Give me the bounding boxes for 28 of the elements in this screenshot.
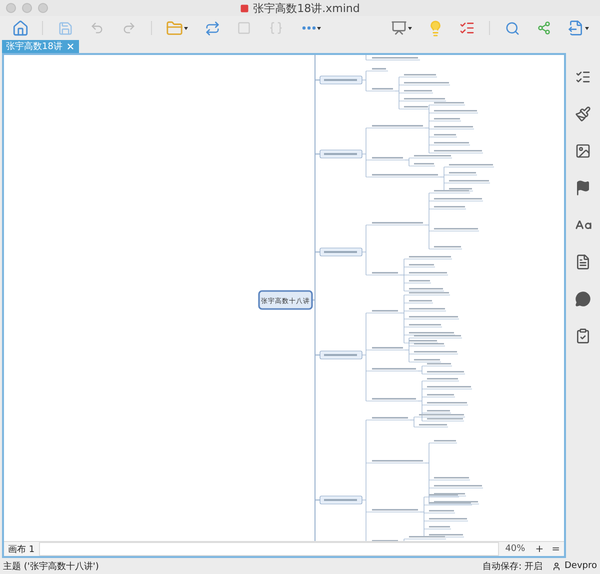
autosave-status: 自动保存: 开启 [482,560,542,572]
braces-icon [269,21,283,35]
window-zoom-dot[interactable] [38,3,48,13]
folder-icon [166,20,183,36]
export-icon [568,20,584,36]
zoom-in-button[interactable]: + [531,544,548,554]
window-minimize-dot[interactable] [22,3,32,13]
close-icon[interactable] [66,42,76,51]
square-icon [237,21,251,35]
document-icon [240,4,250,12]
user-name[interactable]: Devpro [564,561,597,571]
zoom-level: 40% [505,544,526,554]
selection-status: 主题 ('张宇高数十八讲') [3,560,99,572]
format-button[interactable] [573,104,593,124]
presentation-icon [390,20,406,36]
window-title: 张宇高数18讲.xmind [240,0,360,16]
comment-button[interactable] [573,289,593,309]
more-icon [302,26,316,30]
share-icon [537,21,551,35]
undo-icon [90,21,104,35]
user-icon [552,562,562,570]
save-icon [58,20,72,36]
redo-icon [122,21,136,35]
fit-button[interactable]: = [548,544,564,554]
window-close-dot[interactable] [6,3,16,13]
search-icon [504,20,520,36]
checklist-icon [459,20,475,36]
loop-arrows-icon [204,20,220,36]
